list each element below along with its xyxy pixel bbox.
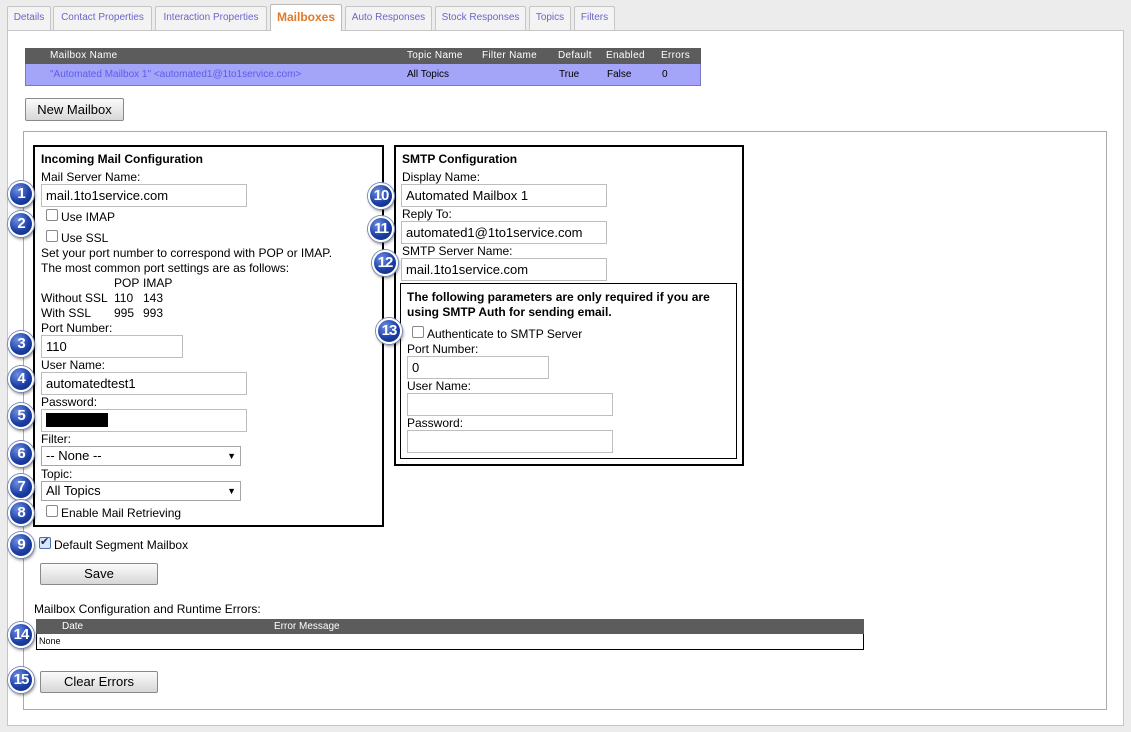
password-input[interactable]: [41, 409, 247, 432]
callout-badge-10: 10: [368, 183, 394, 209]
col-default: Default: [558, 50, 592, 61]
smtp-port-label: Port Number:: [407, 342, 479, 356]
callout-badge-7: 7: [8, 474, 34, 500]
smtp-port-input[interactable]: 0: [407, 356, 549, 379]
mailbox-errors: 0: [662, 69, 668, 80]
errors-table-header: Date Error Message: [36, 619, 864, 634]
default-segment-checkbox[interactable]: [39, 535, 51, 549]
port-row-label: Without SSL: [41, 291, 108, 305]
smtp-password-input[interactable]: [407, 430, 613, 453]
col-errors: Errors: [661, 50, 691, 61]
tab-stock-responses[interactable]: Stock Responses: [435, 6, 526, 30]
errors-title: Mailbox Configuration and Runtime Errors…: [34, 602, 261, 616]
smtp-user-label: User Name:: [407, 379, 472, 393]
password-label: Password:: [41, 395, 98, 409]
callout-badge-11: 11: [368, 216, 394, 242]
callout-badge-14: 14: [8, 622, 34, 648]
tab-details[interactable]: Details: [7, 6, 51, 30]
port-number-label: Port Number:: [41, 321, 113, 335]
reply-to-input[interactable]: automated1@1to1service.com: [401, 221, 607, 244]
topic-select[interactable]: All Topics ▼: [41, 481, 241, 501]
filter-select-value: -- None --: [46, 448, 102, 463]
new-mailbox-button[interactable]: New Mailbox: [25, 98, 124, 121]
use-ssl-checkbox[interactable]: [46, 230, 58, 242]
port-number-input[interactable]: 110: [41, 335, 183, 358]
smtp-server-input[interactable]: mail.1to1service.com: [401, 258, 607, 281]
mailbox-row[interactable]: "Automated Mailbox 1" <automated1@1to1se…: [25, 64, 701, 86]
tab-topics[interactable]: Topics: [529, 6, 571, 30]
topic-label: Topic:: [41, 467, 73, 481]
port-row-label: With SSL: [41, 306, 92, 320]
use-imap-checkbox[interactable]: [46, 209, 58, 221]
col-enabled: Enabled: [606, 50, 645, 61]
callout-badge-3: 3: [8, 331, 34, 357]
col-mailbox-name: Mailbox Name: [50, 50, 118, 61]
user-name-label: User Name:: [41, 358, 106, 372]
mailbox-default: True: [559, 69, 580, 80]
callout-badge-8: 8: [8, 500, 34, 526]
port-help-text-2: The most common port settings are as fol…: [41, 261, 290, 275]
mailbox-topic: All Topics: [407, 69, 450, 80]
port-row-imap: 993: [143, 306, 164, 320]
filter-label: Filter:: [41, 432, 71, 446]
port-col-imap: IMAP: [143, 276, 173, 290]
col-date: Date: [62, 621, 84, 632]
enable-retrieving-checkbox[interactable]: [46, 505, 58, 517]
col-topic-name: Topic Name: [407, 50, 463, 61]
display-name-label: Display Name:: [402, 170, 481, 184]
user-name-input[interactable]: automatedtest1: [41, 372, 247, 395]
callout-badge-5: 5: [8, 403, 34, 429]
callout-badge-4: 4: [8, 366, 34, 392]
mailbox-name-link[interactable]: "Automated Mailbox 1" <automated1@1to1se…: [50, 64, 301, 86]
tab-contact-properties[interactable]: Contact Properties: [53, 6, 152, 30]
smtp-title: SMTP Configuration: [402, 152, 518, 166]
errors-table-row: None: [36, 634, 864, 650]
smtp-server-label: SMTP Server Name:: [402, 244, 513, 258]
enable-retrieving-label: Enable Mail Retrieving: [61, 506, 182, 520]
topic-select-value: All Topics: [46, 483, 101, 498]
smtp-user-input[interactable]: [407, 393, 613, 416]
save-button[interactable]: Save: [40, 563, 158, 585]
col-error-message: Error Message: [274, 621, 340, 632]
reply-to-label: Reply To:: [402, 207, 452, 221]
chevron-down-icon: ▼: [227, 451, 236, 461]
callout-badge-6: 6: [8, 441, 34, 467]
port-help-text-1: Set your port number to correspond with …: [41, 246, 333, 260]
callout-badge-2: 2: [8, 211, 34, 237]
use-imap-label: Use IMAP: [61, 210, 116, 224]
tab-interaction-properties[interactable]: Interaction Properties: [155, 6, 267, 30]
callout-badge-15: 15: [8, 667, 34, 693]
password-redaction: [46, 413, 108, 427]
port-row-imap: 143: [143, 291, 164, 305]
display-name-input[interactable]: Automated Mailbox 1: [401, 184, 607, 207]
auth-note-2: using SMTP Auth for sending email.: [407, 305, 612, 319]
tab-auto-responses[interactable]: Auto Responses: [345, 6, 432, 30]
authenticate-smtp-checkbox[interactable]: [412, 326, 424, 338]
incoming-title: Incoming Mail Configuration: [41, 152, 203, 166]
use-ssl-label: Use SSL: [61, 231, 109, 245]
tab-mailboxes[interactable]: Mailboxes: [270, 4, 342, 31]
port-row-pop: 995: [114, 306, 135, 320]
authenticate-smtp-label: Authenticate to SMTP Server: [427, 327, 583, 341]
clear-errors-button[interactable]: Clear Errors: [40, 671, 158, 693]
chevron-down-icon: ▼: [227, 486, 236, 496]
callout-badge-9: 9: [8, 532, 34, 558]
port-row-pop: 110: [114, 291, 134, 305]
mail-server-input[interactable]: mail.1to1service.com: [41, 184, 247, 207]
auth-note-1: The following parameters are only requir…: [407, 290, 710, 304]
port-col-pop: POP: [114, 276, 140, 290]
default-segment-label: Default Segment Mailbox: [54, 538, 189, 552]
callout-badge-1: 1: [8, 181, 34, 207]
filter-select[interactable]: -- None -- ▼: [41, 446, 241, 466]
mail-server-label: Mail Server Name:: [41, 170, 141, 184]
mailbox-table-header: Mailbox Name Topic Name Filter Name Defa…: [25, 48, 701, 64]
mailbox-enabled: False: [607, 69, 632, 80]
tab-filters[interactable]: Filters: [574, 6, 615, 30]
smtp-password-label: Password:: [407, 416, 464, 430]
callout-badge-12: 12: [372, 250, 398, 276]
callout-badge-13: 13: [376, 318, 402, 344]
col-filter-name: Filter Name: [482, 50, 537, 61]
